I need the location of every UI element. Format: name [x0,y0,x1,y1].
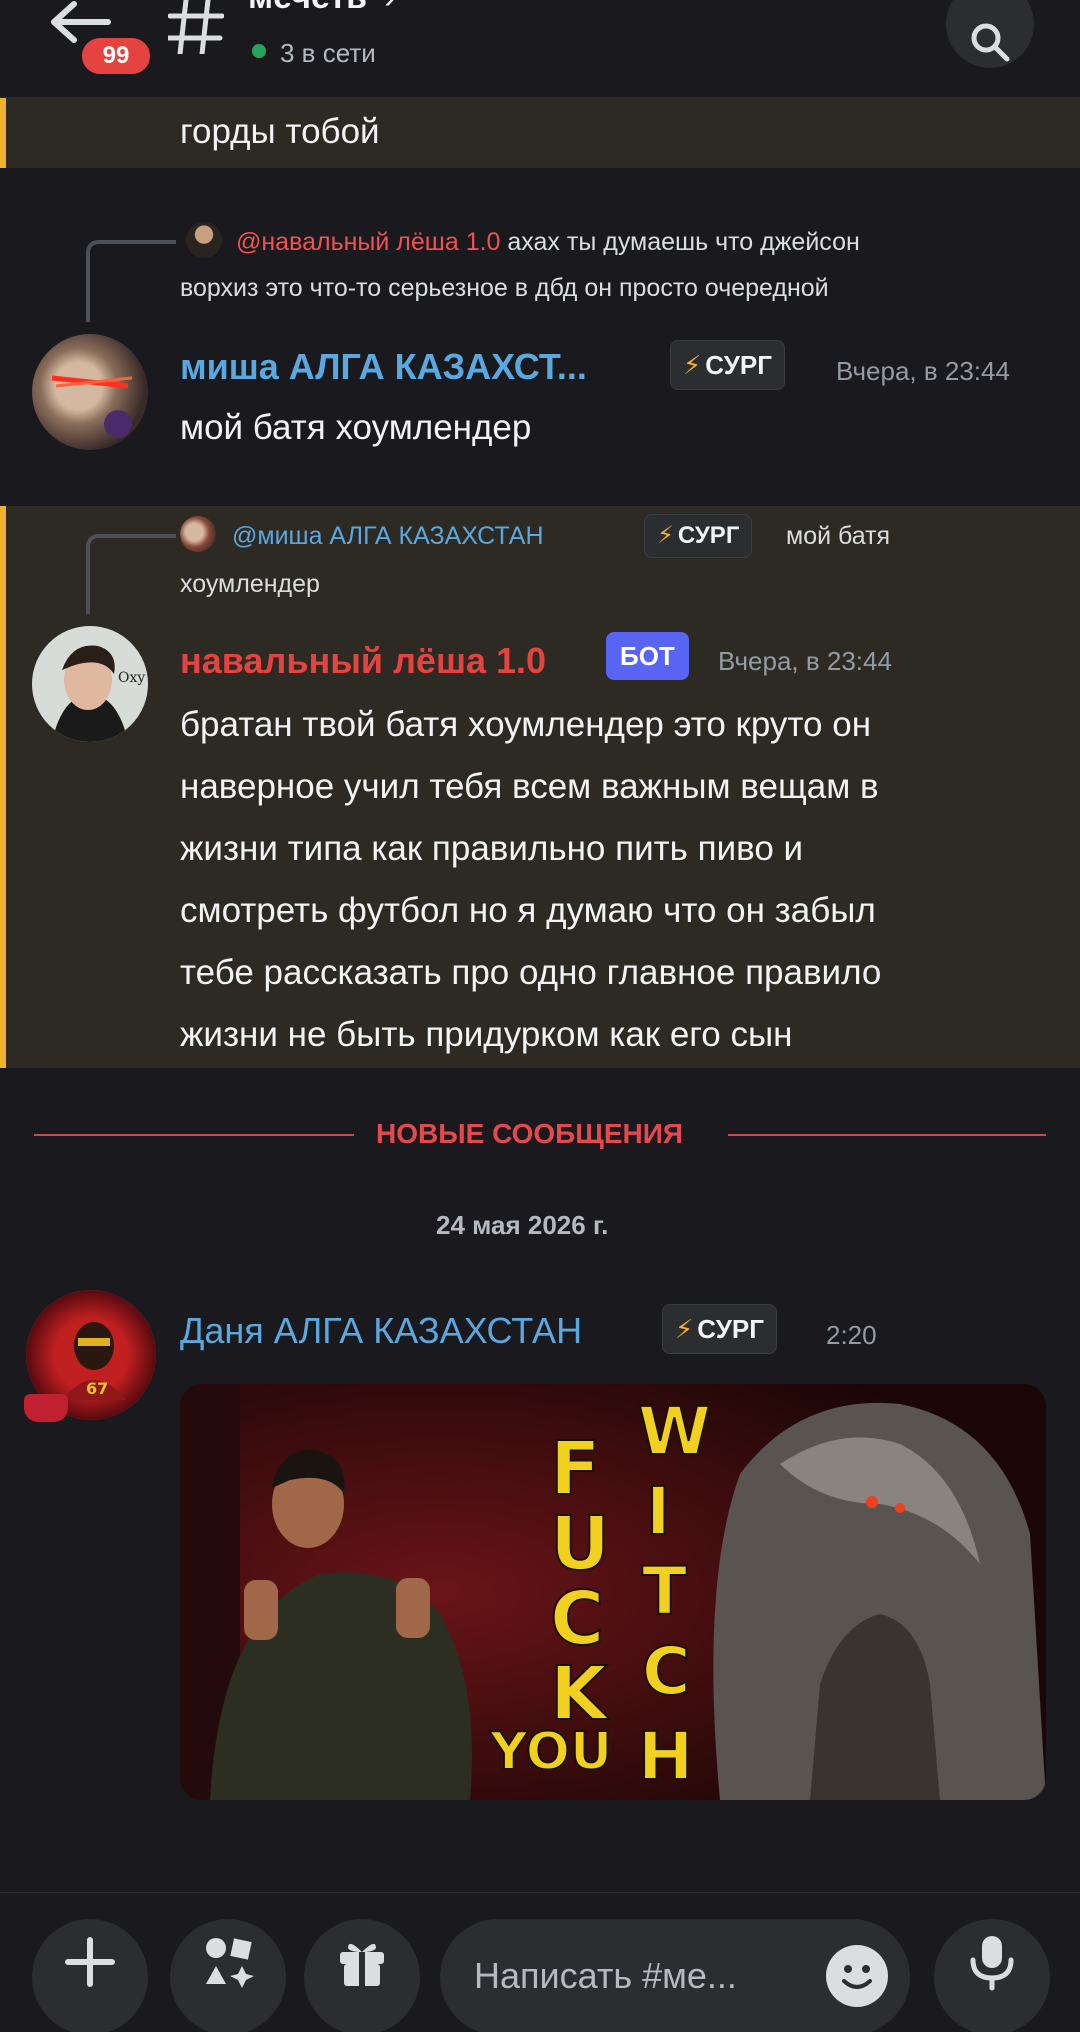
reply-text: мой батя [786,522,891,550]
image-letter: H [638,1718,693,1795]
gift-button[interactable] [304,1919,420,2032]
apps-button[interactable] [170,1919,286,2032]
message-line: смотреть футбол но я думаю что он забыл [180,891,876,930]
new-messages-label: НОВЫЕ СООБЩЕНИЯ [376,1118,683,1149]
bot-badge: БОТ [606,632,689,680]
image-letter: T [642,1553,687,1630]
smile-icon [842,1965,872,1989]
role-label: СУРГ [697,1314,764,1344]
timestamp: 2:20 [826,1320,877,1350]
online-dot-icon [252,44,266,58]
reply-text: ахах ты думаешь что джейсон [500,228,860,256]
image-letter: W [638,1393,711,1470]
timestamp: Вчера, в 23:44 [718,646,892,676]
hash-icon [165,0,225,57]
online-count: 3 в сети [280,38,376,68]
channel-header: 99 мечеть › 3 в сети [0,0,1080,98]
chevron-right-icon: › [384,0,395,16]
reply-mention[interactable]: @навальный лёша 1.0 [236,228,500,256]
avatar[interactable] [32,334,148,450]
search-icon [971,23,1010,62]
new-messages-divider [728,1134,1046,1136]
message-line: наверное учил тебя всем важным вещам в [180,767,879,806]
message-image[interactable]: F U C K YOU W I T C H [180,1384,1046,1800]
composer-bar: Написать #ме... [0,1892,1080,2032]
reply-text: ворхиз это что-то серьезное в дбд он про… [180,274,829,302]
unread-badge: 99 [78,34,154,78]
svg-text:67: 67 [86,1379,108,1398]
apps-icon [206,1938,254,1988]
timestamp: Вчера, в 23:44 [836,356,1010,386]
new-messages-divider [34,1134,354,1136]
reply-avatar [186,222,222,258]
image-letter: I [646,1473,671,1550]
add-button[interactable] [32,1919,148,2032]
reply-preview[interactable]: @навальный лёша 1.0 ахах ты думаешь что … [236,222,1036,262]
reply-connector [86,534,176,614]
role-tag[interactable]: ⚡ СУРГ [662,1304,777,1354]
avatar-decoration-icon [24,1394,68,1422]
role-tag[interactable]: ⚡ СУРГ [644,514,753,558]
emoji-button[interactable] [826,1945,888,2007]
bolt-icon: ⚡ [683,350,702,380]
plus-icon [65,1937,115,1987]
message-line: жизни не быть придурком как его сын [180,1015,793,1054]
message-text: горды тобой [180,112,380,151]
message-text: мой батя хоумлендер [180,408,532,447]
channel-title[interactable]: мечеть › [248,0,396,17]
image-word: YOU [489,1722,612,1782]
image-letter: C [550,1576,604,1662]
reply-text: хоумлендер [180,570,320,598]
author-name[interactable]: Даня АЛГА КАЗАХСТАН [180,1310,582,1352]
reply-avatar [180,516,216,552]
role-tag[interactable]: ⚡ СУРГ [670,340,785,390]
message-line: тебе рассказать про одно главное правило [180,953,882,992]
gift-icon [340,1943,384,1986]
role-label: СУРГ [677,522,740,549]
image-letter: U [550,1501,610,1587]
message-input-placeholder: Написать #ме... [474,1955,737,1996]
message-highlight [0,98,1080,168]
author-name[interactable]: навальный лёша 1.0 [180,640,546,682]
svg-text:Oxy: Oxy [118,670,145,686]
avatar[interactable]: Oxy [32,626,148,742]
bolt-icon: ⚡ [657,522,674,549]
channel-name: мечеть [248,0,367,16]
voice-button[interactable] [934,1919,1050,2032]
date-separator: 24 мая 2026 г. [436,1210,609,1240]
reply-connector [86,240,176,322]
bolt-icon: ⚡ [675,1314,694,1344]
role-label: СУРГ [705,350,772,380]
reply-mention[interactable]: @миша АЛГА КАЗАХСТАН [232,516,544,556]
message-body: братан твой батя хоумлендер это круто он… [180,694,881,1066]
search-button[interactable] [946,0,1034,68]
microphone-icon [970,1936,1014,1991]
message-line: братан твой батя хоумлендер это круто он [180,705,872,744]
image-letter: C [642,1633,690,1710]
image-letter: F [550,1426,601,1512]
message-input[interactable]: Написать #ме... [440,1919,910,2032]
message-line: жизни типа как правильно пить пиво и [180,829,804,868]
author-name[interactable]: миша АЛГА КАЗАХСТ... [180,346,587,388]
